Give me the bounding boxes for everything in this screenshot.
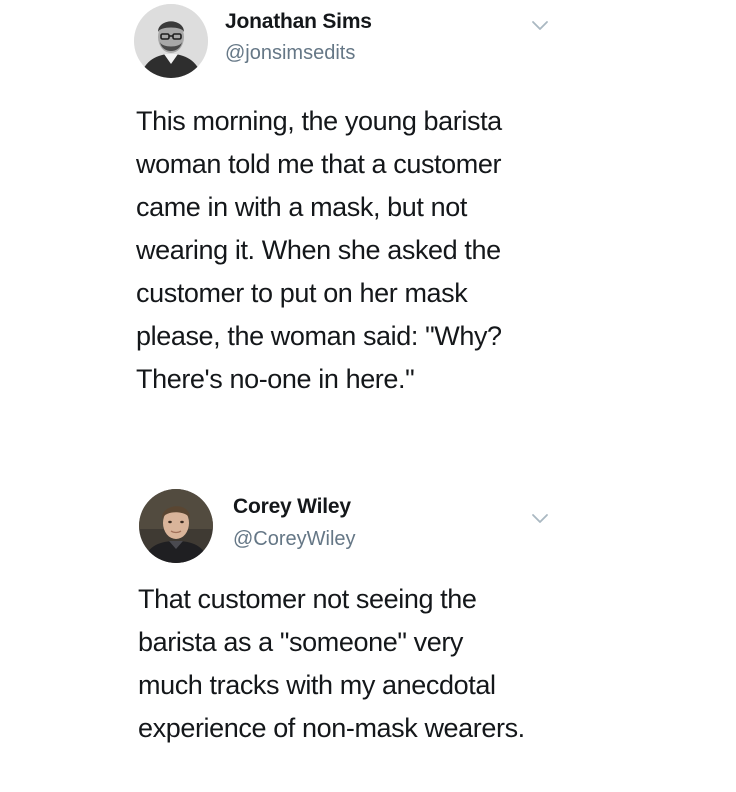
display-name[interactable]: Jonathan Sims [225, 10, 372, 34]
tweet-text-line: much tracks with my anecdotal [138, 670, 496, 700]
user-handle[interactable]: @jonsimsedits [225, 42, 355, 65]
avatar-photo-icon [134, 4, 208, 78]
tweet-text-line: customer to put on her mask [136, 278, 468, 308]
avatar-photo-icon [139, 489, 213, 563]
avatar[interactable] [139, 489, 213, 563]
avatar[interactable] [134, 4, 208, 78]
chevron-down-icon[interactable] [530, 511, 550, 525]
tweet-text-line: That customer not seeing the [138, 584, 477, 614]
tweet-text-line: please, the woman said: "Why? [136, 321, 502, 351]
tweet-text-line: This morning, the young barista [136, 106, 502, 136]
tweet-text-line: barista as a "someone" very [138, 627, 464, 657]
display-name[interactable]: Corey Wiley [233, 495, 351, 519]
tweet-text-line: came in with a mask, but not [136, 192, 467, 222]
user-handle[interactable]: @CoreyWiley [233, 528, 356, 551]
tweet-text-line: experience of non-mask wearers. [138, 713, 525, 743]
tweet-text-line: There's no-one in here." [136, 364, 415, 394]
tweet-text-line: woman told me that a customer [136, 149, 502, 179]
tweet-text: This morning, the young barista woman to… [136, 100, 556, 401]
tweet-text: That customer not seeing the barista as … [138, 578, 558, 750]
tweet-text-line: wearing it. When she asked the [136, 235, 501, 265]
chevron-down-icon[interactable] [530, 18, 550, 32]
